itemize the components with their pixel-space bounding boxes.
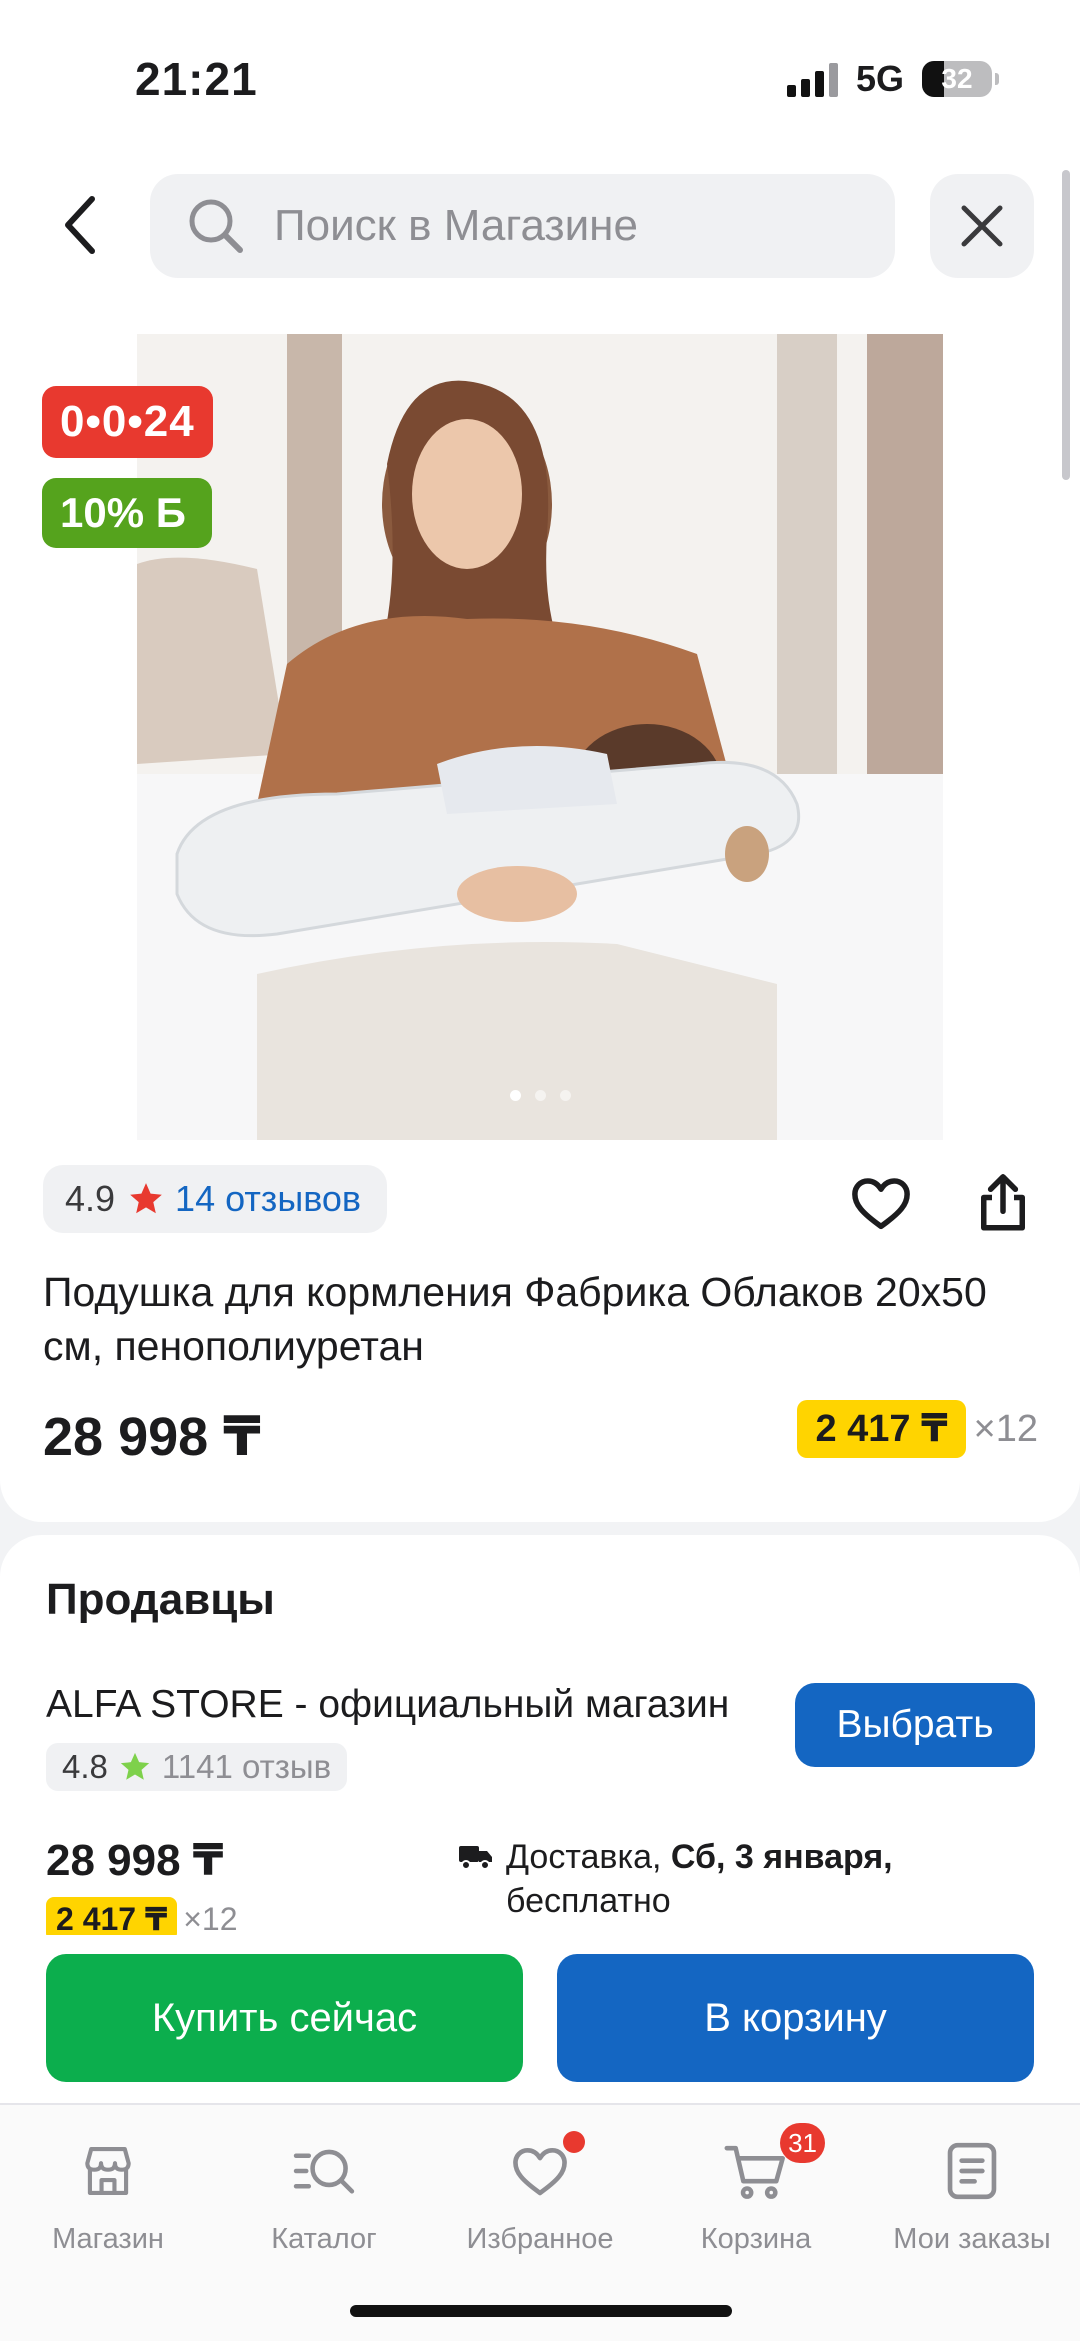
bonus-badge: 10% Б bbox=[42, 478, 212, 548]
seller-rating: 4.8 1141 отзыв bbox=[46, 1743, 348, 1791]
delivery-text: Доставка, Сб, 3 января, бесплатно bbox=[506, 1835, 893, 1923]
notification-dot bbox=[563, 2131, 585, 2153]
buy-now-button[interactable]: Купить сейчас bbox=[46, 1954, 523, 2082]
nav-label-orders: Мои заказы bbox=[893, 2223, 1051, 2255]
nav-item-cart[interactable]: 31 Корзина bbox=[648, 2123, 864, 2256]
pagination-dot[interactable] bbox=[559, 1090, 571, 1101]
product-image[interactable] bbox=[137, 334, 943, 1140]
close-icon bbox=[961, 205, 1003, 247]
product-price: 28 998 ₸ bbox=[43, 1407, 261, 1467]
action-bar: Купить сейчас В корзину bbox=[0, 1935, 1080, 2103]
star-icon bbox=[118, 1750, 152, 1784]
installment-amount: 2 417 ₸ bbox=[797, 1400, 966, 1458]
catalog-icon bbox=[291, 2131, 357, 2211]
nav-item-favorites[interactable]: Избранное bbox=[432, 2131, 648, 2256]
nav-item-shop[interactable]: Магазин bbox=[0, 2131, 216, 2256]
delivery-date: Сб, 3 января, bbox=[670, 1838, 893, 1876]
seller-reviews: 1141 отзыв bbox=[161, 1748, 332, 1785]
product-title: Подушка для кормления Фабрика Облаков 20… bbox=[43, 1269, 987, 1369]
seller-installment-multiplier: ×12 bbox=[183, 1900, 238, 1936]
image-pagination bbox=[0, 1090, 1080, 1101]
seller-installment: 2 417 ₸ ×12 bbox=[46, 1897, 238, 1935]
search-icon bbox=[186, 196, 246, 256]
share-icon bbox=[981, 1174, 1025, 1231]
home-indicator[interactable] bbox=[350, 2305, 732, 2317]
shop-icon bbox=[77, 2131, 139, 2211]
signal-icon bbox=[786, 61, 838, 97]
heart-icon bbox=[852, 1178, 910, 1230]
nav-label-cart: Корзина bbox=[700, 2223, 812, 2255]
rating-score: 4.9 bbox=[65, 1178, 116, 1219]
nav-label-favorites: Избранное bbox=[466, 2223, 614, 2255]
pagination-dot[interactable] bbox=[534, 1090, 546, 1101]
delivery-prefix: Доставка, bbox=[506, 1838, 662, 1876]
delivery-info: Доставка, Сб, 3 января, бесплатно bbox=[458, 1835, 893, 1923]
seller-name[interactable]: ALFA STORE - официальный магазин bbox=[46, 1683, 729, 1727]
battery-level: 32 bbox=[941, 63, 973, 94]
sellers-section: Продавцы ALFA STORE - официальный магази… bbox=[0, 1535, 1080, 1935]
product-photo bbox=[137, 334, 943, 1140]
sellers-title: Продавцы bbox=[46, 1575, 275, 1624]
cart-count-badge: 31 bbox=[780, 2123, 825, 2163]
nav-label-shop: Магазин bbox=[52, 2223, 164, 2255]
network-type: 5G bbox=[855, 58, 904, 99]
add-to-cart-button[interactable]: В корзину bbox=[557, 1954, 1034, 2082]
search-input[interactable] bbox=[274, 201, 834, 251]
product-card: 21:21 5G 32 Поиск в Магазине 0•0•24 10% … bbox=[0, 0, 1080, 1522]
reviews-link[interactable]: 14 отзывов bbox=[175, 1178, 361, 1220]
chevron-left-icon bbox=[65, 196, 95, 254]
battery-icon: 32 bbox=[922, 61, 999, 97]
rating-pill[interactable]: 4.9 14 отзывов bbox=[43, 1165, 388, 1233]
delivery-cost: бесплатно bbox=[506, 1882, 671, 1920]
close-button[interactable] bbox=[930, 174, 1034, 278]
truck-icon bbox=[458, 1839, 494, 1923]
seller-price: 28 998 ₸ bbox=[46, 1836, 224, 1885]
orders-icon bbox=[943, 2131, 1001, 2211]
seller-rating-score: 4.8 bbox=[62, 1748, 108, 1785]
seller-installment-amount: 2 417 ₸ bbox=[46, 1897, 178, 1935]
select-seller-button[interactable]: Выбрать bbox=[795, 1683, 1035, 1767]
status-time: 21:21 bbox=[135, 53, 258, 105]
favorite-button[interactable] bbox=[848, 1170, 914, 1236]
timer-badge: 0•0•24 bbox=[42, 386, 213, 458]
star-icon bbox=[127, 1180, 165, 1218]
nav-item-orders[interactable]: Мои заказы bbox=[864, 2131, 1080, 2256]
heart-icon bbox=[509, 2131, 585, 2211]
share-button[interactable] bbox=[970, 1170, 1036, 1236]
back-button[interactable] bbox=[50, 185, 110, 265]
status-indicators: 5G 32 bbox=[786, 58, 999, 100]
pagination-dot[interactable] bbox=[509, 1090, 521, 1101]
search-bar[interactable] bbox=[150, 174, 895, 278]
nav-item-catalog[interactable]: Каталог bbox=[216, 2131, 432, 2256]
nav-label-catalog: Каталог bbox=[271, 2223, 377, 2255]
installment-info[interactable]: 2 417 ₸ ×12 bbox=[797, 1400, 1038, 1458]
installment-multiplier: ×12 bbox=[973, 1407, 1038, 1450]
scrollbar[interactable] bbox=[1062, 170, 1070, 480]
cart-icon: 31 bbox=[723, 2123, 825, 2211]
